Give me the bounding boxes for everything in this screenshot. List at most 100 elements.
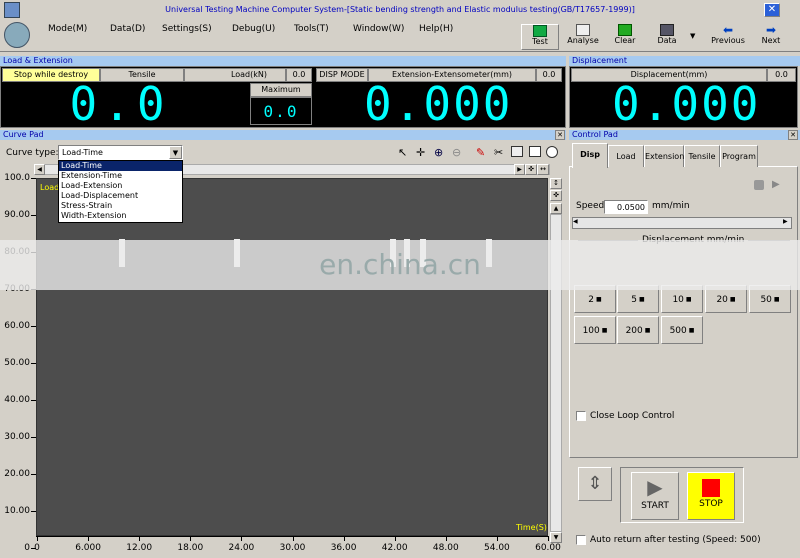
zoom-in-icon[interactable]: ⊕ [434, 146, 443, 159]
tab-tensile[interactable]: Tensile [684, 145, 720, 167]
close-loop-checkbox[interactable] [576, 411, 586, 421]
window-title: Universal Testing Machine Computer Syste… [165, 5, 635, 14]
computer-icon [4, 22, 30, 48]
previous-icon: ⬅ [722, 23, 734, 37]
clock-icon[interactable] [546, 146, 558, 158]
y-tick-mark [31, 437, 36, 438]
y-tick-mark [31, 511, 36, 512]
scroll-up-icon[interactable]: ▲ [550, 203, 562, 214]
load-display: 0.0 [69, 77, 171, 131]
fit-x-icon[interactable]: ✜ [525, 164, 537, 175]
lock-icon[interactable] [754, 180, 764, 190]
updown-button[interactable]: ⇕ [578, 467, 612, 501]
plot-area[interactable] [36, 178, 548, 536]
x-axis-label: Time(S) [516, 523, 547, 532]
pointer-icon[interactable]: ↖ [398, 146, 407, 159]
speed-button-100[interactable]: 100 ■ [574, 316, 616, 344]
y-tick-label: 30.00 [4, 432, 30, 442]
x-tick-label: 6.000 [75, 543, 101, 553]
curve-type-dropdown[interactable]: Load-Time Extension-Time Load-Extension … [58, 160, 183, 223]
fit-y-icon[interactable]: ↕ [550, 178, 562, 189]
extension-display: 0.000 [364, 77, 513, 131]
x-tick-label: 36.00 [330, 543, 357, 553]
zoom-out-icon[interactable]: ⊖ [452, 146, 461, 159]
test-button[interactable]: Test [521, 24, 559, 50]
y-tick-label: 60.00 [4, 321, 30, 331]
title-bar: Universal Testing Machine Computer Syste… [0, 0, 800, 20]
analyse-button[interactable]: Analyse [562, 24, 604, 50]
y-tick-label: 100.0 [4, 173, 30, 183]
x-tick-label: 42.00 [381, 543, 408, 553]
speed-input[interactable] [604, 200, 648, 214]
tab-program[interactable]: Program [720, 145, 758, 167]
tab-load[interactable]: Load [608, 145, 644, 167]
menu-window[interactable]: Window(W) [353, 24, 404, 34]
y-axis-label: Load [40, 183, 60, 192]
data-button[interactable]: Data [649, 24, 685, 50]
displacement-display: 0.000 [612, 77, 761, 131]
y-tick-mark [31, 474, 36, 475]
clear-icon [618, 24, 632, 36]
tab-disp[interactable]: Disp [572, 143, 608, 168]
y-tick-mark [31, 400, 36, 401]
y-tick-mark [31, 326, 36, 327]
print-icon[interactable] [511, 146, 523, 157]
stop-icon [702, 479, 720, 497]
slider-left-icon[interactable]: ◀ [573, 218, 578, 225]
previous-button[interactable]: ⬅ Previous [706, 24, 750, 50]
start-button[interactable]: ▶ START [631, 472, 679, 520]
zoom-y-icon[interactable]: ✜ [550, 190, 562, 201]
speed-button-200[interactable]: 200 ■ [617, 316, 659, 344]
next-button[interactable]: ➡ Next [756, 24, 786, 50]
curve-option-width-extension[interactable]: Width-Extension [59, 211, 182, 221]
menu-mode[interactable]: Mode(M) [48, 24, 87, 34]
disp-mode-label[interactable]: DISP MODE [316, 68, 368, 82]
watermark-text: en.china.cn [319, 248, 481, 281]
curve-type-value: Load-Time [62, 148, 103, 157]
curve-option-load-displacement[interactable]: Load-Displacement [59, 191, 182, 201]
auto-return-checkbox[interactable] [576, 535, 586, 545]
play-icon[interactable]: ▶ [772, 179, 780, 190]
analyse-icon [576, 24, 590, 36]
curve-pad-title: Curve Pad [0, 130, 566, 140]
curve-option-extension-time[interactable]: Extension-Time [59, 171, 182, 181]
crosshair-icon[interactable]: ✛ [416, 146, 425, 159]
tab-extension[interactable]: Extension [644, 145, 684, 167]
x-tick-mark [548, 536, 549, 541]
curve-option-load-time[interactable]: Load-Time [59, 161, 182, 171]
curve-type-select[interactable]: Load-Time ▼ [58, 145, 183, 160]
displacement-small-value: 0.0 [767, 68, 796, 82]
curve-option-load-extension[interactable]: Load-Extension [59, 181, 182, 191]
chevron-down-icon[interactable]: ▼ [169, 146, 182, 159]
x-tick-label: 48.00 [432, 543, 459, 553]
test-icon [533, 25, 547, 37]
curve-option-stress-strain[interactable]: Stress-Strain [59, 201, 182, 211]
curve-type-label: Curve type: [6, 148, 59, 158]
maximum-label: Maximum [250, 83, 312, 97]
scissors-icon[interactable]: ✂ [494, 146, 503, 159]
scroll-right-icon[interactable]: ▶ [514, 164, 525, 175]
control-pad-close-icon[interactable]: ✕ [788, 130, 798, 140]
speed-unit: mm/min [652, 201, 690, 211]
speed-button-500[interactable]: 500 ■ [661, 316, 703, 344]
menu-tools[interactable]: Tools(T) [294, 24, 329, 34]
scroll-left-icon[interactable]: ◀ [34, 164, 45, 175]
zoom-x-icon[interactable]: ↔ [537, 164, 549, 175]
slider-right-icon[interactable]: ▶ [783, 218, 788, 225]
chart-icon[interactable] [529, 146, 541, 157]
close-button[interactable]: ✕ [764, 3, 780, 17]
menu-debug[interactable]: Debug(U) [232, 24, 275, 34]
pen-icon[interactable]: ✎ [476, 146, 485, 159]
menu-data[interactable]: Data(D) [110, 24, 145, 34]
menu-help[interactable]: Help(H) [419, 24, 453, 34]
control-pad-title: Control Pad [569, 130, 800, 140]
y-tick-label: 20.00 [4, 469, 30, 479]
stop-button[interactable]: STOP [687, 472, 735, 520]
speed-slider[interactable] [572, 217, 792, 229]
curve-pad-close-icon[interactable]: ✕ [555, 130, 565, 140]
clear-button[interactable]: Clear [607, 24, 643, 50]
scroll-down-icon[interactable]: ▼ [550, 532, 562, 543]
data-dropdown-arrow[interactable]: ▼ [690, 32, 695, 40]
y-tick-mark [31, 215, 36, 216]
menu-settings[interactable]: Settings(S) [162, 24, 212, 34]
